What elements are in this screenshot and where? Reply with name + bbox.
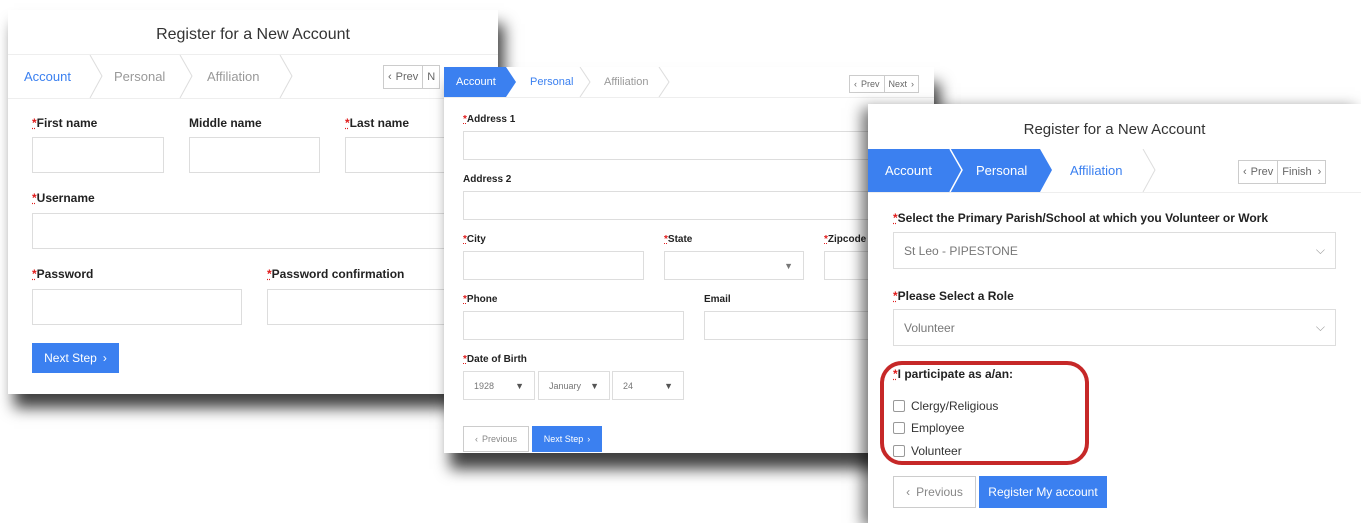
password-confirmation-label: *Password confirmation xyxy=(267,267,405,281)
dob-day-select[interactable]: 24 ▼ xyxy=(612,371,684,400)
wizard-steps: Account Personal Affiliation ‹ Prev N xyxy=(8,54,498,99)
step-affiliation[interactable]: Affiliation xyxy=(207,55,260,98)
step-nav: ‹ Prev Next › xyxy=(849,75,920,93)
caret-down-icon: ▼ xyxy=(784,260,793,271)
panel-title: Register for a New Account xyxy=(1023,121,1206,138)
first-name-input[interactable] xyxy=(32,137,164,173)
username-input[interactable] xyxy=(32,213,492,249)
account-step-panel: Register for a New Account Account Perso… xyxy=(8,10,498,394)
previous-button[interactable]: ‹ Previous xyxy=(463,426,529,452)
zipcode-label: *Zipcode xyxy=(824,234,867,245)
register-account-button[interactable]: Register My account xyxy=(979,476,1107,508)
role-select[interactable]: Volunteer ⌵ xyxy=(893,309,1336,346)
wizard-steps: Account Personal Affiliation ‹ Prev Finis… xyxy=(868,149,1361,193)
step-account[interactable]: Account xyxy=(24,55,71,98)
state-label: *State xyxy=(664,234,693,245)
next-step-button[interactable]: Next Step › xyxy=(32,343,119,373)
address1-label: *Address 1 xyxy=(463,114,516,125)
step-affiliation[interactable]: Affiliation xyxy=(604,67,648,97)
parish-select[interactable]: St Leo - PIPESTONE ⌵ xyxy=(893,232,1336,269)
personal-step-panel: Account Personal Affiliation ‹ Prev Next ›… xyxy=(444,67,934,453)
chevron-left-icon: ‹ xyxy=(388,71,392,83)
dob-year-select[interactable]: 1928 ▼ xyxy=(463,371,535,400)
last-name-label: *Last name xyxy=(345,116,410,130)
step-personal[interactable]: Personal xyxy=(976,149,1027,192)
dob-month-select[interactable]: January ▼ xyxy=(538,371,610,400)
state-select[interactable]: ▼ xyxy=(664,251,804,280)
role-label: *Please Select a Role xyxy=(893,289,1014,303)
chevron-down-icon: ⌵ xyxy=(1315,243,1325,257)
chevron-right-icon: › xyxy=(911,79,915,89)
wizard-steps: Account Personal Affiliation ‹ Prev Next › xyxy=(444,67,934,98)
step-nav: ‹ Prev N xyxy=(383,65,441,89)
caret-down-icon: ▼ xyxy=(664,380,673,391)
prev-step-button[interactable]: ‹ Prev xyxy=(850,76,884,92)
prev-step-button[interactable]: ‹ Prev xyxy=(1239,161,1277,183)
step-nav: ‹ Prev Finish › xyxy=(1238,160,1327,184)
username-label: *Username xyxy=(32,191,95,205)
chevron-left-icon: ‹ xyxy=(906,485,911,499)
prev-step-button[interactable]: ‹ Prev xyxy=(384,66,422,88)
phone-label: *Phone xyxy=(463,294,498,305)
caret-down-icon: ▼ xyxy=(515,380,524,391)
chevron-down-icon: ⌵ xyxy=(1315,320,1325,334)
next-step-nav-button[interactable]: N xyxy=(422,66,439,88)
middle-name-label: Middle name xyxy=(189,116,262,130)
chevron-left-icon: ‹ xyxy=(474,434,478,444)
step-account[interactable]: Account xyxy=(456,67,496,97)
previous-button[interactable]: ‹ Previous xyxy=(893,476,976,508)
chevron-right-icon: › xyxy=(587,434,591,444)
middle-name-input[interactable] xyxy=(189,137,320,173)
phone-input[interactable] xyxy=(463,311,684,340)
address1-input[interactable] xyxy=(463,131,923,160)
chevron-right-icon: › xyxy=(1317,166,1322,178)
password-label: *Password xyxy=(32,267,94,281)
email-label: Email xyxy=(704,294,731,305)
step-account[interactable]: Account xyxy=(885,149,932,192)
parish-label: *Select the Primary Parish/School at whi… xyxy=(893,211,1268,225)
city-input[interactable] xyxy=(463,251,644,280)
step-affiliation[interactable]: Affiliation xyxy=(1070,149,1123,192)
chevron-left-icon: ‹ xyxy=(1243,166,1247,178)
caret-down-icon: ▼ xyxy=(590,380,599,391)
step-personal[interactable]: Personal xyxy=(114,55,165,98)
next-step-button[interactable]: Next Step › xyxy=(532,426,602,452)
chevron-right-icon: › xyxy=(102,351,107,365)
step-personal[interactable]: Personal xyxy=(530,67,573,97)
dob-label: *Date of Birth xyxy=(463,354,527,365)
panel-title: Register for a New Account xyxy=(156,26,350,43)
address2-input[interactable] xyxy=(463,191,923,220)
highlight-annotation xyxy=(880,361,1089,465)
chevron-left-icon: ‹ xyxy=(854,79,857,89)
first-name-label: *First name xyxy=(32,116,98,130)
city-label: *City xyxy=(463,234,486,245)
password-input[interactable] xyxy=(32,289,242,325)
next-step-nav-button[interactable]: Next › xyxy=(883,76,919,92)
address2-label: Address 2 xyxy=(463,174,512,185)
finish-button[interactable]: Finish › xyxy=(1277,161,1325,183)
